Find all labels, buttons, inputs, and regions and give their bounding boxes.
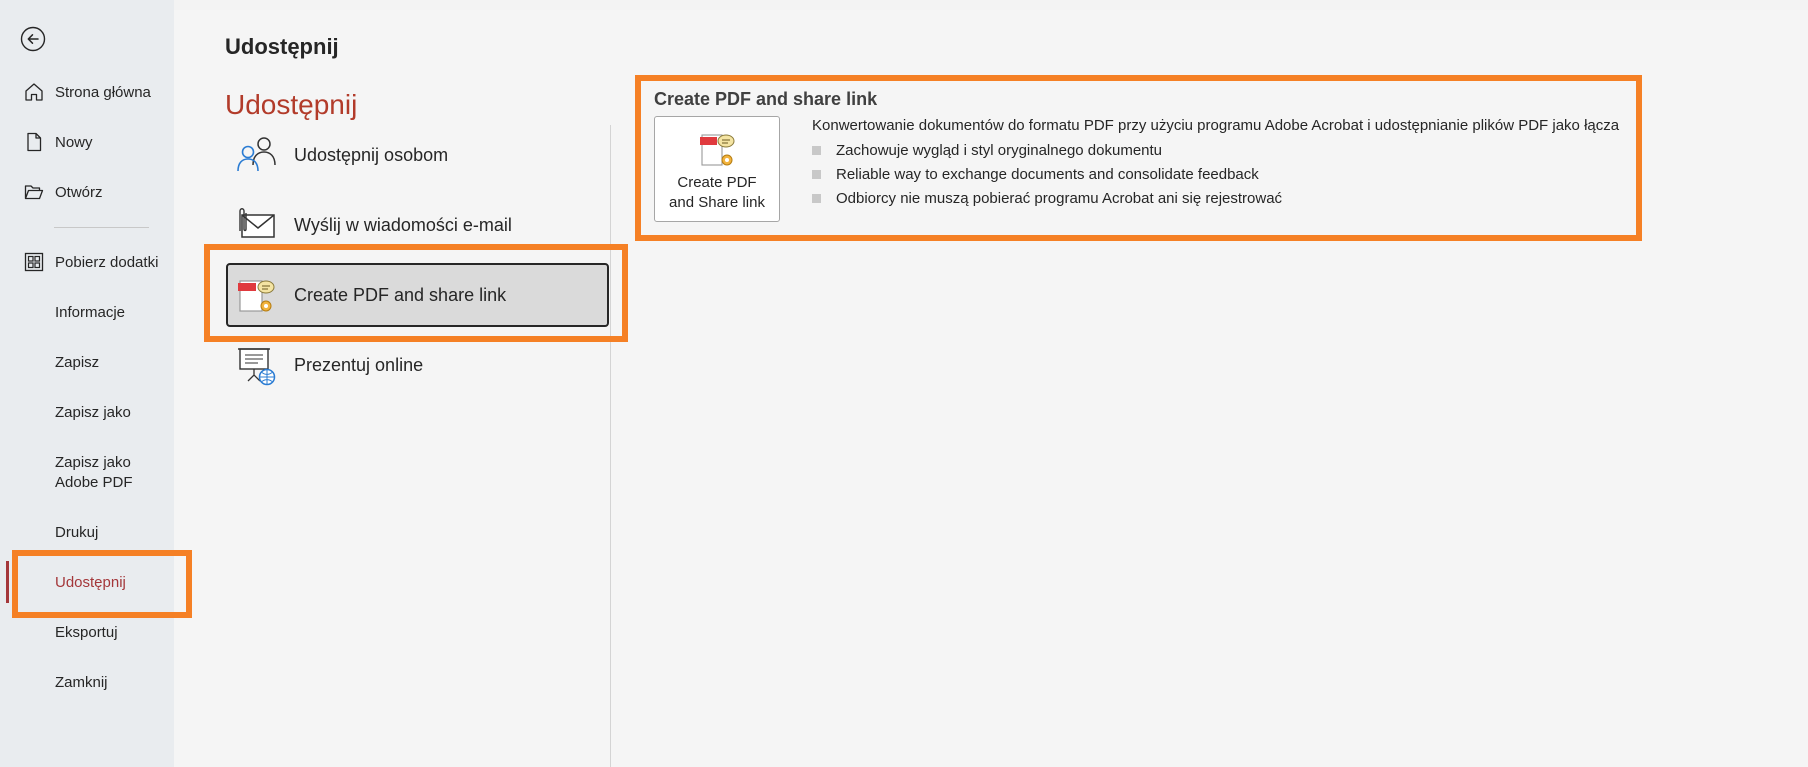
button-label: Create PDF and Share link [669, 174, 765, 211]
detail-title: Create PDF and share link [654, 89, 878, 109]
folder-open-icon [23, 181, 45, 203]
nav-save[interactable]: Zapisz [0, 342, 174, 382]
nav-label: Otwórz [55, 183, 103, 201]
nav-save-as[interactable]: Zapisz jako [0, 392, 174, 432]
pdf-share-icon [700, 134, 735, 166]
option-label: Create PDF and share link [294, 284, 507, 305]
nav-share[interactable]: Udostępnij [0, 562, 174, 602]
nav-label: Drukuj [55, 523, 99, 541]
column-divider [610, 125, 611, 767]
send-email-option[interactable]: Wyślij w wiadomości e-mail [226, 193, 609, 257]
nav-open[interactable]: Otwórz [0, 172, 174, 212]
home-icon [23, 81, 45, 103]
nav-export[interactable]: Eksportuj [0, 612, 174, 652]
create-pdf-share-link-button[interactable]: Create PDF and Share link [654, 116, 780, 222]
backstage-sidebar: Strona główna Nowy Otwórz Pobierz dodatk… [0, 0, 174, 767]
bullet-square [812, 194, 821, 203]
nav-label: Udostępnij [55, 573, 126, 591]
nav-home[interactable]: Strona główna [0, 72, 174, 112]
detail-description: Konwertowanie dokumentów do formatu PDF … [812, 117, 1620, 134]
nav-new[interactable]: Nowy [0, 122, 174, 162]
present-online-option[interactable]: Prezentuj online [226, 333, 609, 397]
people-share-icon [237, 137, 276, 172]
document-icon [23, 131, 45, 153]
nav-label: Zapisz [55, 353, 100, 371]
nav-info[interactable]: Informacje [0, 292, 174, 332]
nav-label: Zamknij [55, 673, 108, 691]
nav-save-as-adobe-pdf[interactable]: Zapisz jako Adobe PDF [0, 451, 174, 495]
nav-label: Zapisz jako Adobe PDF [55, 454, 133, 491]
email-attachment-icon [239, 208, 275, 238]
nav-label: Nowy [55, 133, 93, 151]
section-title: Udostępnij [225, 89, 358, 120]
nav-print[interactable]: Drukuj [0, 512, 174, 552]
option-label: Wyślij w wiadomości e-mail [294, 214, 512, 235]
page-title: Udostępnij [225, 34, 339, 59]
nav-label: Pobierz dodatki [55, 253, 159, 271]
bullet-square [812, 146, 821, 155]
nav-label: Informacje [55, 303, 126, 321]
option-label: Prezentuj online [294, 354, 424, 375]
nav-label: Eksportuj [55, 623, 118, 641]
nav-label: Zapisz jako [55, 403, 131, 421]
back-button[interactable] [20, 26, 46, 52]
nav-close[interactable]: Zamknij [0, 662, 174, 702]
nav-label: Strona główna [55, 83, 151, 101]
bullet-square [812, 170, 821, 179]
present-online-icon [238, 348, 276, 386]
pdf-share-icon [238, 280, 275, 312]
share-with-people-option[interactable]: Udostępnij osobom [226, 123, 609, 187]
create-pdf-share-link-option[interactable]: Create PDF and share link [226, 263, 609, 327]
arrow-left-circle-icon [20, 26, 46, 52]
option-label: Udostępnij osobom [294, 144, 449, 165]
nav-divider [54, 227, 149, 228]
grid-apps-icon [23, 251, 45, 273]
nav-get-addins[interactable]: Pobierz dodatki [0, 242, 174, 282]
